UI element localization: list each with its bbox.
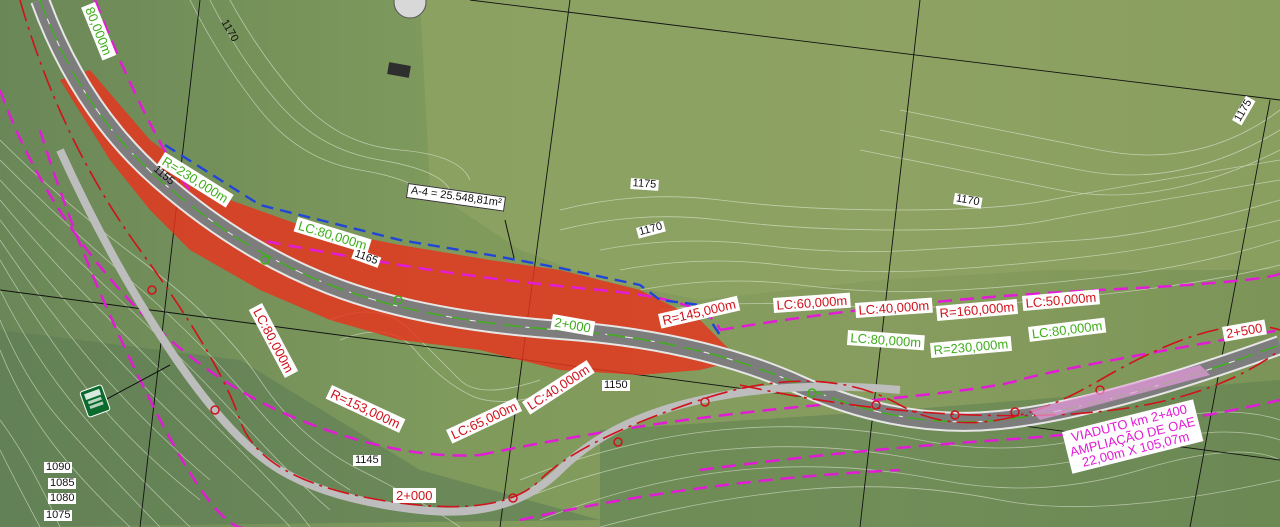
elevation-label: 1085	[48, 477, 77, 489]
elevation-label: 1090	[44, 461, 73, 473]
station-label-2000-lower: 2+000	[393, 488, 436, 503]
terrain-light-field	[420, 0, 1280, 300]
elevation-label: 1175	[630, 177, 659, 191]
elevation-label: 1145	[353, 454, 381, 466]
elevation-label: 1075	[44, 509, 73, 521]
map-canvas[interactable]: R=230,000m R=145,000m R=160,000m R=230,0…	[0, 0, 1280, 527]
elevation-label: 1080	[48, 492, 77, 504]
elevation-label: 1150	[602, 379, 630, 391]
